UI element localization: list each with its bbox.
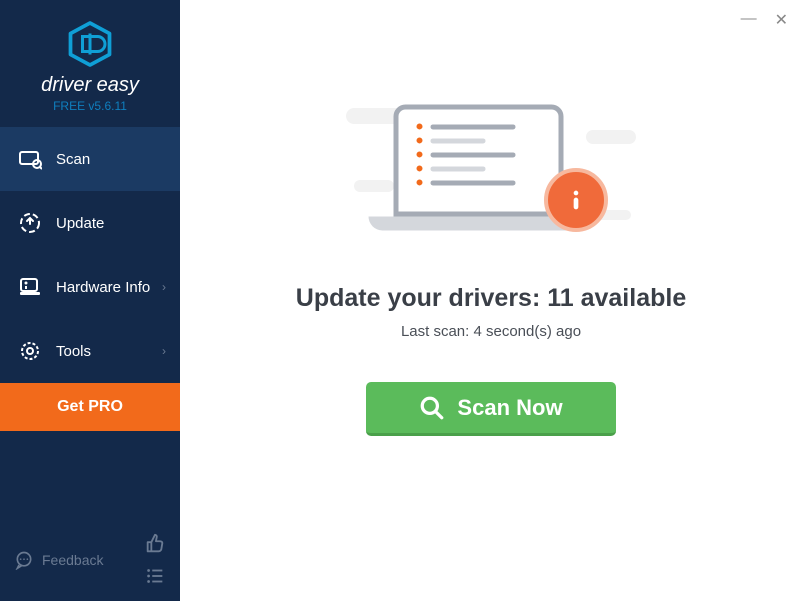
search-icon bbox=[419, 395, 445, 421]
sidebar-item-label: Tools bbox=[56, 343, 91, 360]
info-badge-icon bbox=[544, 168, 608, 232]
app-name: driver easy bbox=[41, 74, 139, 97]
sidebar-item-label: Hardware Info bbox=[56, 279, 150, 296]
sidebar-item-label: Scan bbox=[56, 151, 90, 168]
sidebar-item-label: Update bbox=[56, 215, 104, 232]
headline: Update your drivers: 11 available bbox=[296, 284, 686, 313]
sidebar-item-scan[interactable]: Scan bbox=[0, 127, 180, 191]
feedback-icon bbox=[14, 550, 34, 570]
logo-block: driver easy FREE v5.6.11 bbox=[0, 0, 180, 127]
sidebar: driver easy FREE v5.6.11 Scan Update bbox=[0, 0, 180, 601]
sidebar-item-update[interactable]: Update bbox=[0, 191, 180, 255]
sidebar-bottom: Feedback bbox=[0, 533, 180, 601]
chevron-right-icon: › bbox=[162, 344, 166, 358]
feedback-label: Feedback bbox=[42, 552, 103, 568]
scan-button-label: Scan Now bbox=[457, 395, 562, 421]
close-button[interactable]: ✕ bbox=[775, 10, 788, 30]
thumbs-up-icon[interactable] bbox=[144, 533, 166, 555]
laptop-illustration bbox=[346, 90, 636, 260]
scan-icon bbox=[18, 147, 42, 171]
app-logo-icon bbox=[66, 20, 114, 68]
sidebar-item-hardware-info[interactable]: Hardware Info › bbox=[0, 255, 180, 319]
update-icon bbox=[18, 211, 42, 235]
main-panel: — ✕ bbox=[180, 0, 802, 601]
sidebar-bottom-icons bbox=[144, 533, 166, 587]
nav: Scan Update Hardware Info › T bbox=[0, 127, 180, 431]
last-scan-text: Last scan: 4 second(s) ago bbox=[401, 323, 581, 340]
tools-icon bbox=[18, 339, 42, 363]
laptop-screen bbox=[394, 104, 564, 216]
menu-list-icon[interactable] bbox=[144, 565, 166, 587]
chevron-right-icon: › bbox=[162, 280, 166, 294]
get-pro-button[interactable]: Get PRO bbox=[0, 383, 180, 431]
sidebar-item-tools[interactable]: Tools › bbox=[0, 319, 180, 383]
window-controls: — ✕ bbox=[741, 10, 788, 30]
minimize-button[interactable]: — bbox=[741, 10, 757, 30]
app-version: FREE v5.6.11 bbox=[53, 99, 127, 113]
cloud-decoration bbox=[586, 130, 636, 144]
hardware-info-icon bbox=[18, 275, 42, 299]
content: Update your drivers: 11 available Last s… bbox=[180, 0, 802, 436]
feedback-button[interactable]: Feedback bbox=[14, 550, 103, 570]
get-pro-label: Get PRO bbox=[57, 398, 123, 416]
cloud-decoration bbox=[354, 180, 394, 192]
scan-now-button[interactable]: Scan Now bbox=[366, 382, 616, 436]
